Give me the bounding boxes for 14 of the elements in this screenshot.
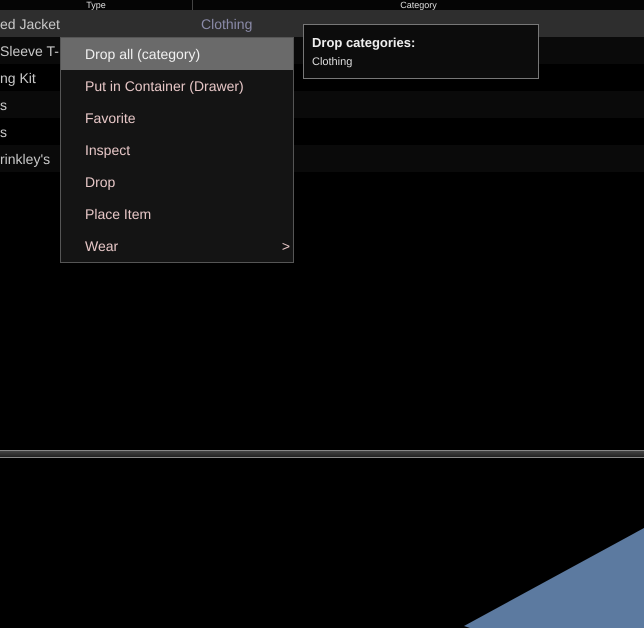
item-name: ed Jacket <box>0 16 60 32</box>
tooltip-title: Drop categories: <box>312 35 416 50</box>
item-name: s <box>0 124 7 140</box>
item-name: s <box>0 96 7 112</box>
menu-item[interactable]: Drop all (category) <box>61 38 293 70</box>
item-category: Clothing <box>201 16 252 32</box>
item-name: Sleeve T- <box>0 42 59 58</box>
menu-item[interactable]: Place Item <box>61 198 293 230</box>
tooltip-text: Clothing <box>312 56 352 68</box>
item-name: rinkley's <box>0 150 50 166</box>
menu-item[interactable]: Wear > <box>61 230 293 262</box>
column-header[interactable]: Category <box>193 0 644 10</box>
item-name: ng Kit <box>0 70 36 86</box>
submenu-arrow: > <box>282 238 290 254</box>
